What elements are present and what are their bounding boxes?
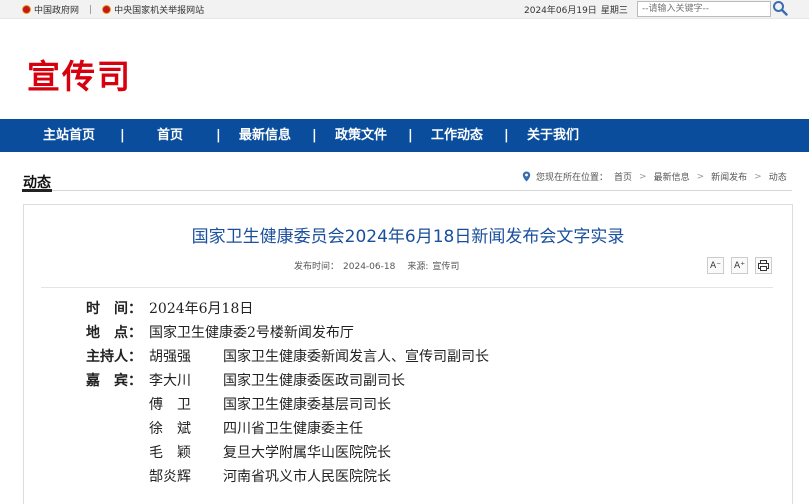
gov-portal-link[interactable]: 中国政府网 <box>34 3 79 16</box>
nav-item-policy[interactable]: 政策文件 <box>335 119 387 152</box>
nav-item-home[interactable]: 首页 <box>157 119 183 152</box>
article-tools: A⁻ A⁺ <box>707 257 772 274</box>
top-separator: | <box>89 4 93 15</box>
search-input[interactable] <box>637 1 771 17</box>
font-larger-button[interactable]: A⁺ <box>731 257 748 274</box>
top-links: 中国政府网 | 中央国家机关举报网站 <box>22 3 204 16</box>
breadcrumb-press[interactable]: 新闻发布 <box>711 170 747 183</box>
guest-role: 四川省卫生健康委主任 <box>223 421 363 437</box>
breadcrumb-arrow: > <box>696 171 705 182</box>
nav-item-latest[interactable]: 最新信息 <box>239 119 291 152</box>
breadcrumb-arrow: > <box>754 171 762 182</box>
search-icon <box>773 1 788 16</box>
section-underline <box>22 189 52 192</box>
nav-separator: | <box>504 128 509 143</box>
guest-name: 郜炎辉 <box>149 469 191 485</box>
report-site-link[interactable]: 中央国家机关举报网站 <box>114 3 204 16</box>
site-title: 宣传司 <box>27 57 132 96</box>
guest-name: 傅 卫 <box>149 397 191 413</box>
date-text: 2024年06月19日 <box>524 6 597 16</box>
top-bar: 中国政府网 | 中央国家机关举报网站 2024年06月19日 星期三 <box>0 0 809 19</box>
guest-role: 复旦大学附属华山医院院长 <box>223 445 391 461</box>
article-meta: 发布时间： 2024-06-18 来源: 宣传司 <box>294 259 463 272</box>
guest-name: 李大川 <box>149 373 191 389</box>
time-value: 2024年6月18日 <box>149 301 254 317</box>
guest-role: 国家卫生健康委基层司司长 <box>223 397 391 413</box>
print-icon <box>758 260 769 271</box>
nav-separator: | <box>312 128 317 143</box>
nav-item-work-news[interactable]: 工作动态 <box>431 119 483 152</box>
publish-date: 2024-06-18 <box>343 262 396 272</box>
weekday-text: 星期三 <box>600 6 628 16</box>
guest-name: 徐 斌 <box>149 421 191 437</box>
source-label: 来源: <box>407 262 429 272</box>
guest-name: 毛 颖 <box>149 445 191 461</box>
nav-item-main-home[interactable]: 主站首页 <box>43 119 95 152</box>
article-divider <box>41 287 773 288</box>
guest-role: 河南省巩义市人民医院院长 <box>223 469 391 485</box>
breadcrumb-latest[interactable]: 最新信息 <box>654 170 690 183</box>
nav-item-about[interactable]: 关于我们 <box>527 119 579 152</box>
print-button[interactable] <box>755 257 772 274</box>
host-name: 胡强强 <box>149 349 191 365</box>
host-label: 主持人： <box>86 349 142 365</box>
publish-label: 发布时间： <box>294 262 340 272</box>
article-box: 国家卫生健康委员会2024年6月18日新闻发布会文字实录 发布时间： 2024-0… <box>23 204 793 504</box>
nav-separator: | <box>120 128 125 143</box>
time-label: 时 间： <box>86 301 142 317</box>
place-value: 国家卫生健康委2号楼新闻发布厅 <box>149 325 354 341</box>
guests-label: 嘉 宾： <box>86 373 142 389</box>
breadcrumb-arrow: > <box>639 171 647 182</box>
article-title: 国家卫生健康委员会2024年6月18日新闻发布会文字实录 <box>191 227 625 247</box>
nav-separator: | <box>216 128 221 143</box>
font-smaller-button[interactable]: A⁻ <box>707 257 724 274</box>
nav-separator: | <box>408 128 413 143</box>
main-nav: 主站首页 | 首页 | 最新信息 | 政策文件 | 工作动态 | 关于我们 <box>0 119 809 152</box>
source-value: 宣传司 <box>432 262 460 272</box>
place-label: 地 点： <box>86 325 142 341</box>
breadcrumb-current[interactable]: 动态 <box>769 170 787 183</box>
guest-role: 国家卫生健康委医政司副司长 <box>223 373 405 389</box>
breadcrumb: 您现在所在位置： 首页 > 最新信息 > 新闻发布 > 动态 <box>522 170 787 183</box>
section-divider <box>22 190 792 191</box>
breadcrumb-prefix: 您现在所在位置： <box>536 173 609 183</box>
breadcrumb-home[interactable]: 首页 <box>614 170 632 183</box>
location-pin-icon <box>522 171 531 182</box>
current-date: 2024年06月19日 星期三 <box>524 3 628 16</box>
host-role: 国家卫生健康委新闻发言人、宣传司副司长 <box>223 349 489 365</box>
search-button[interactable] <box>771 0 789 18</box>
national-emblem-icon <box>22 5 31 14</box>
national-emblem-icon <box>102 5 112 14</box>
